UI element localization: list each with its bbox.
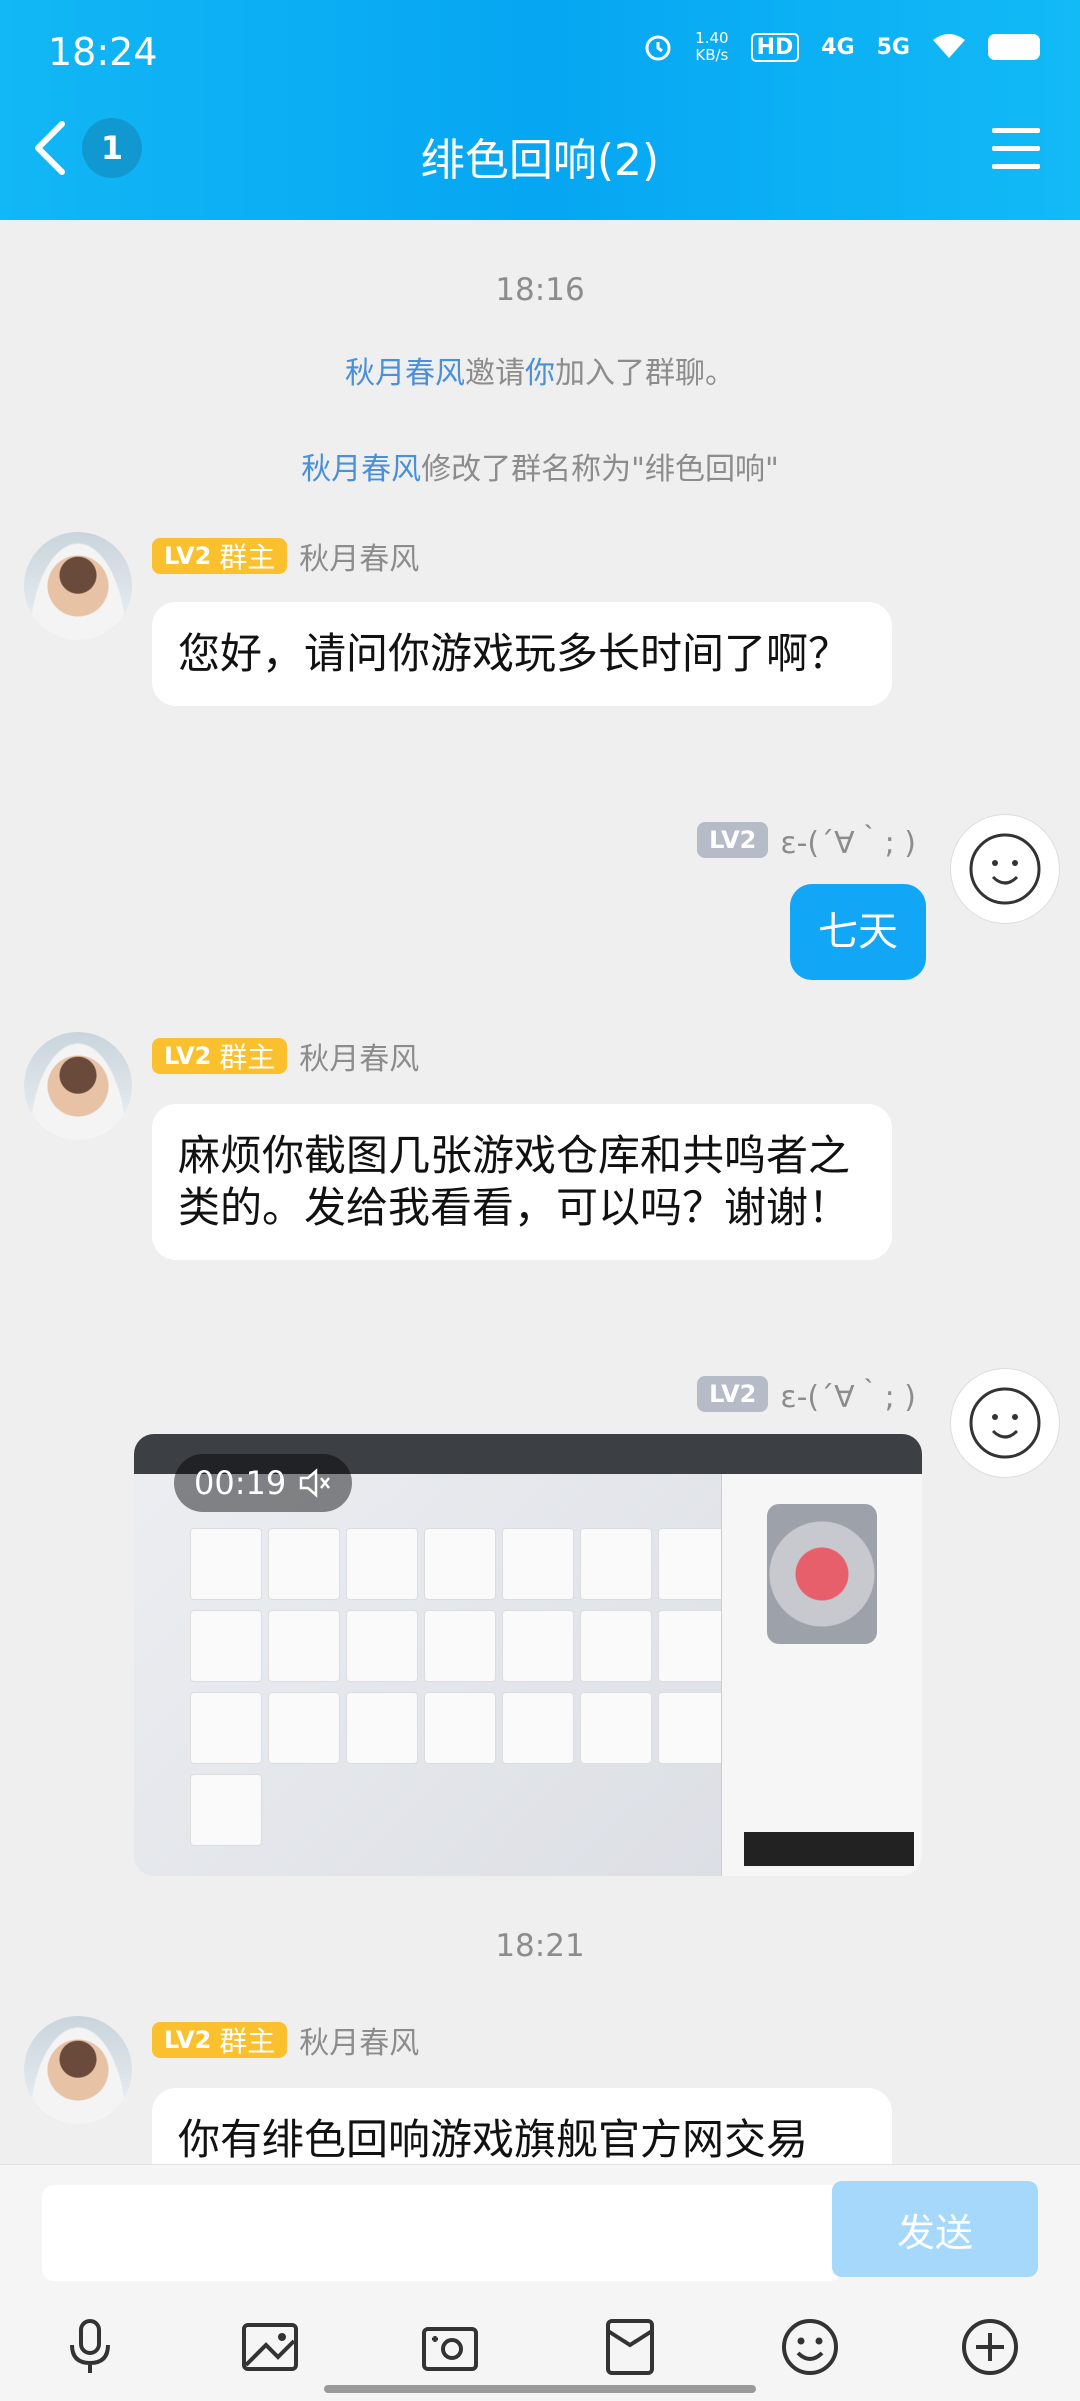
sender-name[interactable]: 秋月春风 xyxy=(299,534,419,578)
status-time: 18:24 xyxy=(48,30,158,74)
sender-meta: LV2 群主 秋月春风 xyxy=(152,534,419,578)
system-message-rename: 秋月春风修改了群名称为"绯色回响" xyxy=(0,444,1080,488)
doodle-face-icon xyxy=(969,833,1041,905)
message-bubble-self[interactable]: 七天 xyxy=(790,884,926,980)
self-name: ε-(´∀｀; ) xyxy=(780,826,916,861)
video-duration: 00:19 xyxy=(194,1464,287,1502)
timestamp: 18:21 xyxy=(495,1928,585,1964)
battery-icon xyxy=(988,34,1040,60)
message-bubble[interactable]: 您好，请问你游戏玩多长时间了啊？ xyxy=(152,602,892,706)
menu-line xyxy=(992,128,1040,133)
mute-icon[interactable] xyxy=(298,1468,332,1498)
input-toolbar xyxy=(0,2315,1080,2385)
input-area: 发送 xyxy=(0,2164,1080,2401)
send-button[interactable]: 发送 xyxy=(832,2181,1038,2277)
level-badge: LV2 xyxy=(697,1376,769,1412)
invite-target-link[interactable]: 你 xyxy=(525,356,555,391)
red-packet-icon[interactable] xyxy=(598,2315,662,2379)
doodle-face-icon xyxy=(969,1387,1041,1459)
level-badge: LV2 xyxy=(697,822,769,858)
image-icon[interactable] xyxy=(238,2315,302,2379)
signal-4g-icon: 4G xyxy=(821,34,855,60)
mic-icon[interactable] xyxy=(58,2315,122,2379)
message-bubble[interactable]: 麻烦你截图几张游戏仓库和共鸣者之类的。发给我看看，可以吗？谢谢！ xyxy=(152,1104,892,1260)
camera-icon[interactable] xyxy=(418,2315,482,2379)
sender-name[interactable]: 秋月春风 xyxy=(299,2018,419,2062)
self-meta: LV2 ε-(´∀｀; ) xyxy=(697,1372,916,1416)
self-name: ε-(´∀｀; ) xyxy=(780,1380,916,1415)
item-detail-panel xyxy=(721,1474,922,1876)
avatar-self[interactable] xyxy=(950,814,1060,924)
status-icons: 1.40 KB/s HD 4G 5G xyxy=(643,30,1040,64)
menu-line xyxy=(992,146,1040,151)
plus-icon[interactable] xyxy=(958,2315,1022,2379)
net-speed: 1.40 KB/s xyxy=(695,29,729,64)
avatar-owner[interactable] xyxy=(24,2016,132,2124)
wifi-icon xyxy=(933,34,965,58)
signal-5g-icon: 5G xyxy=(876,34,910,60)
home-indicator[interactable] xyxy=(324,2385,756,2393)
emoji-icon[interactable] xyxy=(778,2315,842,2379)
hd-icon: HD xyxy=(750,32,800,62)
avatar-owner[interactable] xyxy=(24,532,132,640)
alarm-icon xyxy=(645,35,671,61)
menu-line xyxy=(992,164,1040,169)
system-message-invite: 秋月春风邀请你加入了群聊。 xyxy=(0,348,1080,392)
self-meta: LV2 ε-(´∀｀; ) xyxy=(697,818,916,862)
level-badge: LV2 群主 xyxy=(152,2022,288,2058)
message-input[interactable] xyxy=(42,2185,842,2281)
invite-tail-text: 加入了群聊。 xyxy=(555,356,735,391)
rename-tail-text: 修改了群名称为"绯色回响" xyxy=(421,452,779,487)
invite-actor-link[interactable]: 秋月春风 xyxy=(345,356,465,391)
sender-meta: LV2 群主 秋月春风 xyxy=(152,2018,419,2062)
header: 18:24 1.40 KB/s HD 4G 5G 1 绯色回响(2) xyxy=(0,0,1080,220)
video-duration-pill: 00:19 xyxy=(174,1454,353,1512)
avatar-owner[interactable] xyxy=(24,1032,132,1140)
video-message[interactable]: 00:19 xyxy=(134,1434,922,1876)
avatar-self[interactable] xyxy=(950,1368,1060,1478)
sender-name[interactable]: 秋月春风 xyxy=(299,1034,419,1078)
level-badge: LV2 群主 xyxy=(152,1038,288,1074)
level-badge: LV2 群主 xyxy=(152,538,288,574)
timestamp: 18:16 xyxy=(495,272,585,308)
chat-title: 绯色回响(2) xyxy=(420,135,660,186)
invite-mid-text: 邀请 xyxy=(465,356,525,391)
rename-actor-link[interactable]: 秋月春风 xyxy=(301,452,421,487)
sender-meta: LV2 群主 秋月春风 xyxy=(152,1034,419,1078)
inventory-grid-thumbnail xyxy=(190,1528,730,1846)
menu-button[interactable] xyxy=(992,128,1040,172)
